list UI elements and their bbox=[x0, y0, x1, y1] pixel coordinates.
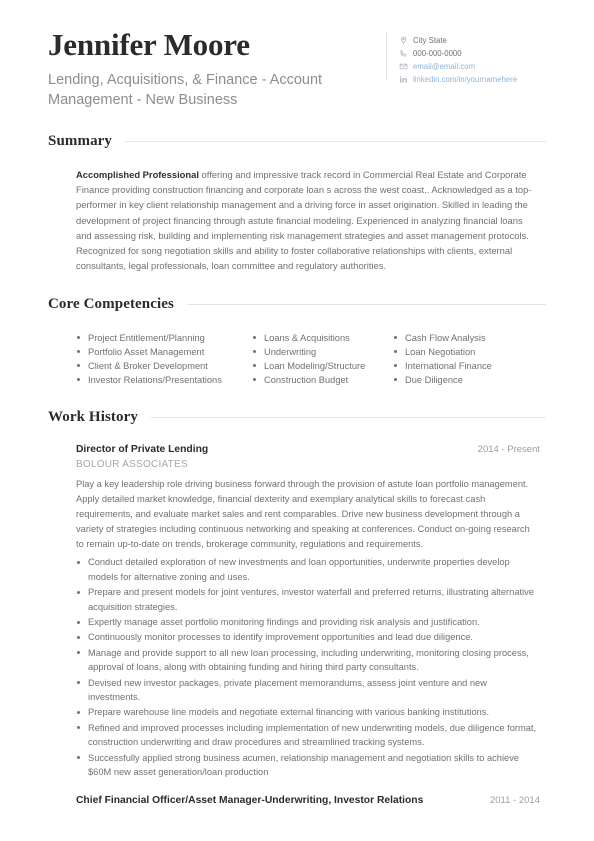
list-item: Client & Broker Development bbox=[76, 359, 252, 373]
list-item: Investor Relations/Presentations bbox=[76, 373, 252, 387]
work-history-body: Director of Private Lending 2014 - Prese… bbox=[48, 444, 546, 806]
list-item: Successfully applied strong business acu… bbox=[76, 751, 540, 780]
contact-linkedin-text: linkedin.com/in/yournamehere bbox=[413, 74, 518, 84]
list-item: Due Diligence bbox=[393, 373, 492, 387]
job-company: BOLOUR ASSOCIATES bbox=[76, 459, 188, 471]
list-item: Manage and provide support to all new lo… bbox=[76, 646, 540, 675]
competency-list: Project Entitlement/Planning Portfolio A… bbox=[76, 331, 252, 388]
contact-email[interactable]: email@email.com bbox=[399, 60, 546, 73]
list-item: Devised new investor packages, private p… bbox=[76, 676, 540, 705]
list-item: Loan Negotiation bbox=[393, 345, 492, 359]
competency-list: Loans & Acquisitions Underwriting Loan M… bbox=[252, 331, 393, 388]
list-item: International Finance bbox=[393, 359, 492, 373]
list-item: Refined and improved processes including… bbox=[76, 721, 540, 750]
contact-linkedin[interactable]: linkedin.com/in/yournamehere bbox=[399, 73, 546, 86]
job-title: Director of Private Lending bbox=[76, 444, 209, 456]
competencies-column: Cash Flow Analysis Loan Negotiation Inte… bbox=[393, 331, 492, 388]
competencies-column: Loans & Acquisitions Underwriting Loan M… bbox=[252, 331, 393, 388]
contact-location: City State bbox=[399, 34, 546, 47]
summary-rest: offering and impressive track record in … bbox=[76, 168, 532, 272]
list-item: Construction Budget bbox=[252, 373, 393, 387]
contact-phone: 000-000-0000 bbox=[399, 47, 546, 60]
contact-phone-text: 000-000-0000 bbox=[413, 48, 462, 58]
job-header: Director of Private Lending 2014 - Prese… bbox=[76, 444, 540, 455]
summary-body: Accomplished Professional offering and i… bbox=[48, 167, 546, 274]
summary-divider bbox=[125, 140, 546, 142]
work-history-header: Work History bbox=[48, 409, 546, 426]
contact-block: City State 000-000-0000 email@email.com … bbox=[386, 28, 546, 86]
phone-icon bbox=[399, 49, 408, 58]
competencies-divider bbox=[186, 303, 546, 305]
job-title: Chief Financial Officer/Asset Manager-Un… bbox=[76, 795, 424, 807]
contact-email-text: email@email.com bbox=[413, 61, 476, 71]
list-item: Project Entitlement/Planning bbox=[76, 331, 252, 345]
job-entry: Director of Private Lending 2014 - Prese… bbox=[76, 444, 540, 779]
map-pin-icon bbox=[399, 36, 408, 45]
section-summary: Summary Accomplished Professional offeri… bbox=[48, 133, 546, 274]
work-history-title: Work History bbox=[48, 409, 138, 426]
competencies-columns: Project Entitlement/Planning Portfolio A… bbox=[76, 331, 540, 388]
envelope-icon bbox=[399, 62, 408, 71]
competencies-header: Core Competencies bbox=[48, 296, 546, 313]
list-item: Cash Flow Analysis bbox=[393, 331, 492, 345]
job-entry: Chief Financial Officer/Asset Manager-Un… bbox=[76, 795, 540, 806]
job-header: Chief Financial Officer/Asset Manager-Un… bbox=[76, 795, 540, 806]
list-item: Loans & Acquisitions bbox=[252, 331, 393, 345]
resume-page: Jennifer Moore Lending, Acquisitions, & … bbox=[0, 0, 594, 841]
competency-list: Cash Flow Analysis Loan Negotiation Inte… bbox=[393, 331, 492, 388]
list-item: Continuously monitor processes to identi… bbox=[76, 630, 540, 644]
work-history-divider bbox=[150, 417, 546, 419]
list-item: Prepare warehouse line models and negoti… bbox=[76, 705, 540, 719]
section-competencies: Core Competencies Project Entitlement/Pl… bbox=[48, 296, 546, 388]
list-item: Conduct detailed exploration of new inve… bbox=[76, 555, 540, 584]
list-item: Loan Modeling/Structure bbox=[252, 359, 393, 373]
candidate-name: Jennifer Moore bbox=[48, 27, 250, 62]
job-dates: 2014 - Present bbox=[477, 444, 540, 456]
competencies-column: Project Entitlement/Planning Portfolio A… bbox=[76, 331, 252, 388]
job-description: Play a key leadership role driving busin… bbox=[76, 479, 530, 549]
contact-location-text: City State bbox=[413, 35, 447, 45]
summary-paragraph: Accomplished Professional offering and i… bbox=[76, 167, 540, 274]
candidate-headline: Lending, Acquisitions, & Finance - Accou… bbox=[48, 71, 323, 109]
list-item: Underwriting bbox=[252, 345, 393, 359]
list-item: Prepare and present models for joint ven… bbox=[76, 585, 540, 614]
competencies-title: Core Competencies bbox=[48, 295, 174, 312]
resume-header: Jennifer Moore Lending, Acquisitions, & … bbox=[48, 0, 546, 111]
summary-lead: Accomplished Professional bbox=[76, 168, 199, 180]
job-dates: 2011 - 2014 bbox=[489, 795, 540, 807]
summary-title: Summary bbox=[48, 132, 113, 149]
section-work-history: Work History Director of Private Lending… bbox=[48, 409, 546, 806]
list-item: Expertly manage asset portfolio monitori… bbox=[76, 615, 540, 629]
list-item: Portfolio Asset Management bbox=[76, 345, 252, 359]
identity-block: Jennifer Moore Lending, Acquisitions, & … bbox=[48, 27, 386, 111]
competencies-body: Project Entitlement/Planning Portfolio A… bbox=[48, 331, 546, 388]
linkedin-icon bbox=[399, 75, 408, 84]
summary-header: Summary bbox=[48, 133, 546, 150]
job-bullet-list: Conduct detailed exploration of new inve… bbox=[76, 555, 540, 779]
